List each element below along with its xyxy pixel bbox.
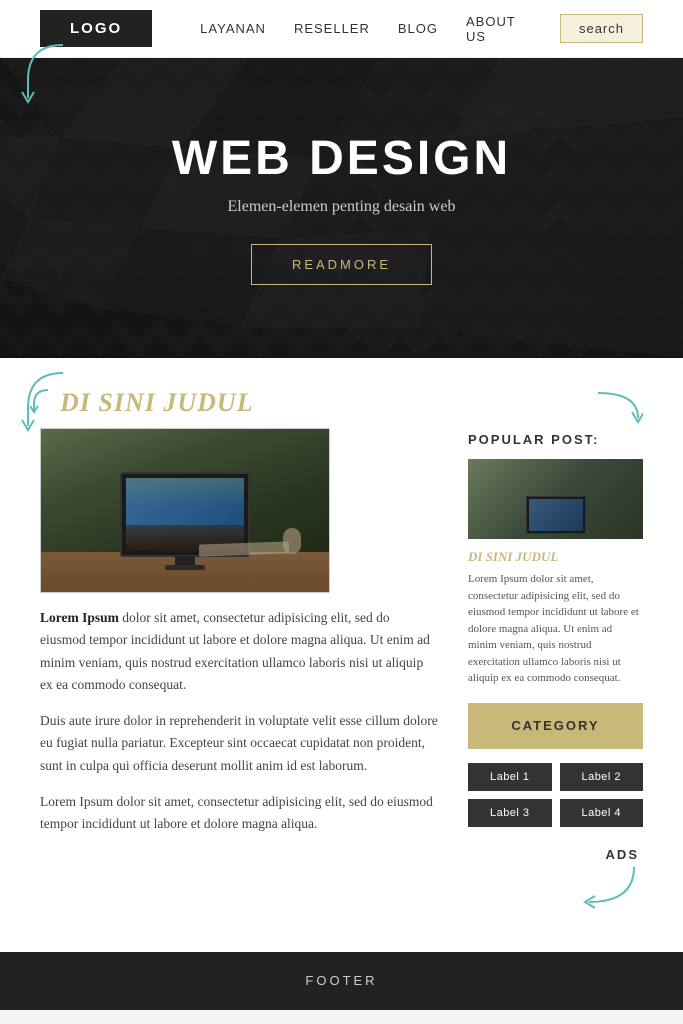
- footer-label: FOOTER: [305, 973, 377, 988]
- popular-post-title: POPULAR POST:: [468, 432, 643, 447]
- nav-about[interactable]: ABOUT US: [466, 14, 532, 44]
- right-column: POPULAR POST: DI SINI JUDUL Lorem Ipsum …: [468, 388, 643, 912]
- ads-section: ADS: [468, 847, 643, 912]
- nav-layanan[interactable]: LAYANAN: [200, 21, 266, 36]
- tag-label4[interactable]: Label 4: [560, 799, 644, 827]
- search-button[interactable]: search: [560, 14, 643, 43]
- tag-label2[interactable]: Label 2: [560, 763, 644, 791]
- nav-blog[interactable]: BLOG: [398, 21, 438, 36]
- tags-grid: Label 1 Label 2 Label 3 Label 4: [468, 763, 643, 827]
- category-label: CATEGORY: [511, 718, 599, 733]
- readmore-button[interactable]: READMORE: [251, 244, 432, 285]
- arrow-right-popular-icon: [593, 388, 643, 428]
- footer: FOOTER: [0, 952, 683, 1010]
- ads-label: ADS: [468, 847, 639, 862]
- category-box: CATEGORY: [468, 703, 643, 749]
- arrow-left-section-icon: [18, 368, 78, 438]
- main-content: DI SINI JUDUL: [0, 358, 683, 952]
- arrow-top-left-icon: [18, 40, 78, 110]
- popular-post-heading: DI SINI JUDUL: [468, 549, 643, 565]
- arrow-ads-icon: [579, 862, 639, 912]
- hero-section: WEB DESIGN Elemen-elemen penting desain …: [0, 58, 683, 358]
- tag-label3[interactable]: Label 3: [468, 799, 552, 827]
- hero-banner: WEB DESIGN Elemen-elemen penting desain …: [0, 58, 683, 358]
- hero-subtitle: Elemen-elemen penting desain web: [228, 198, 456, 216]
- popular-image: [468, 459, 643, 539]
- article-image: [40, 428, 330, 593]
- article-body: Lorem Ipsum dolor sit amet, consectetur …: [40, 607, 438, 835]
- nav-reseller[interactable]: RESELLER: [294, 21, 370, 36]
- left-column: DI SINI JUDUL: [40, 388, 468, 912]
- navbar: LOGO LAYANAN RESELLER BLOG ABOUT US sear…: [0, 0, 683, 58]
- popular-post-body: Lorem Ipsum dolor sit amet, consectetur …: [468, 571, 643, 687]
- tag-label1[interactable]: Label 1: [468, 763, 552, 791]
- section-title: DI SINI JUDUL: [60, 388, 254, 418]
- hero-title: WEB DESIGN: [172, 131, 511, 186]
